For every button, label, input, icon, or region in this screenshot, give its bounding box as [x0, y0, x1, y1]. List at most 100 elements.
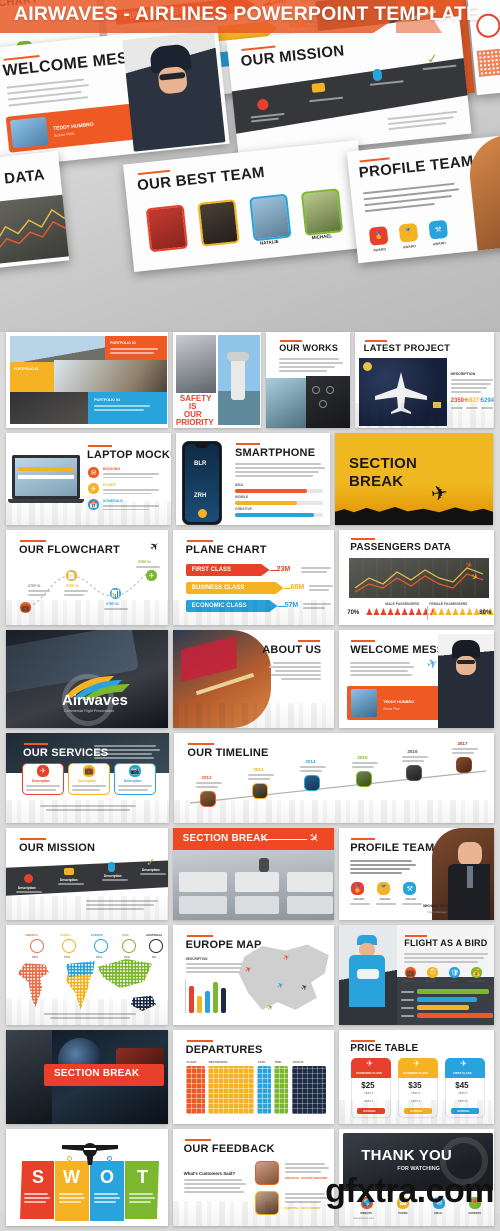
card-section-break-1[interactable]: SECTION BREAK ✈: [335, 433, 493, 525]
plane-silhouette-icon: ✈: [429, 481, 450, 507]
card-flight-as-a-bird[interactable]: FLIGHT AS A BIRD 💼 ⏱ 🛡 💰 COMFORT ON TIME…: [339, 925, 495, 1025]
card-cover-logo[interactable]: Airwaves Commercial Flight Presentation: [6, 630, 168, 728]
plane-chart-row-value: 68M: [290, 584, 305, 591]
award-label: AWARD: [353, 897, 365, 901]
hero-team-member: [249, 193, 292, 242]
grid-row: AMERICA 30% AFRICA 15% EUROPE 25% ASIA 2…: [0, 925, 500, 1030]
section-break-title-line2: BREAK: [349, 473, 404, 490]
hero-best-team-title: OUR BEST TEAM: [136, 163, 266, 195]
world-map-australia: [131, 995, 156, 1011]
laptop-feature-label: SCHEDULE: [103, 499, 123, 503]
card-our-works[interactable]: OUR WORKS: [266, 332, 350, 428]
departures-col-header: STATUS: [292, 1060, 304, 1064]
region-value: 25%: [96, 955, 103, 959]
flowchart-step-icon: ✈: [146, 570, 157, 581]
region-label: ASIA: [122, 933, 129, 937]
our-timeline-title: OUR TIMELINE: [187, 747, 269, 759]
card-profile-team[interactable]: PROFILE TEAM 🏅 🏅 ⚒ AWARD AWARD AWARD MIC…: [339, 828, 495, 920]
timeline-year: 2012: [201, 775, 212, 780]
swot-letter: S: [32, 1167, 45, 1187]
hero-award-label: AWARD: [402, 244, 417, 250]
service-card-label: Description: [78, 779, 96, 783]
hero-award-label: AWARD: [372, 247, 387, 253]
latest-project-desc-label: DESCRIPTION: [450, 372, 476, 376]
portfolio-tile-label: PORTFOLIO 01: [110, 341, 136, 345]
grid-row: LAPTOP MOCKUP ✉ BOOKING ✈ FLIGHT 📅 SCHED: [0, 433, 500, 530]
portfolio-tile-label: PORTFOLIO 02: [14, 367, 39, 371]
card-safety[interactable]: SAFETY IS OUR PRIORITY: [172, 332, 262, 428]
hero-team-member: [300, 188, 344, 236]
preview-page: FIRST CLASS 23M BUSINESS CLASS 68M ECONO…: [0, 0, 500, 1226]
plane-chart-row-value: 23M: [276, 566, 291, 573]
europe-bar: [204, 991, 210, 1013]
region-value: 15%: [64, 955, 71, 959]
smartphone-bar-label: CREATIVE: [235, 507, 252, 511]
price-tier: BUSINESS CLASS: [403, 1071, 428, 1075]
grid-row: Airwaves Commercial Flight Presentation …: [0, 630, 500, 733]
card-our-mission[interactable]: OUR MISSION ✓ Description Description De…: [6, 828, 168, 920]
price-feature: TEXT A: [411, 1092, 421, 1095]
profile-person-role: Flight Manager: [427, 910, 448, 914]
thank-you-title: THANK YOU: [361, 1147, 452, 1164]
card-world-map[interactable]: AMERICA 30% AFRICA 15% EUROPE 25% ASIA 2…: [6, 925, 168, 1025]
card-smartphone[interactable]: SMARTPHONE IDEA MOBILE CREATIVE BLR ZRH: [176, 433, 330, 525]
donut-australia: [149, 939, 163, 953]
region-label: AFRICA: [60, 933, 71, 937]
card-portfolio[interactable]: PORTFOLIO 01 PORTFOLIO 02 PORTFOLIO 03: [6, 332, 168, 428]
flight-icon-label: COMFORT: [402, 980, 416, 983]
region-label: AUSTRALIA: [146, 933, 163, 937]
grid-row: OUR MISSION ✓ Description Description De…: [0, 828, 500, 925]
card-price-table[interactable]: PRICE TABLE ✈ ECONOMIC CLASS $25 TEXT A …: [339, 1030, 495, 1124]
region-label: AMERICA: [25, 933, 39, 937]
laptop-feature-label: FLIGHT: [103, 483, 116, 487]
europe-desc-label: DESCRIPTION: [185, 957, 208, 961]
contact-value: www.airwaves.com: [353, 1217, 374, 1220]
latest-project-title: LATEST PROJECT: [363, 343, 451, 354]
hero-award-label: AWARD: [432, 240, 446, 247]
price-cta[interactable]: BOOKING: [363, 1110, 375, 1113]
card-our-services[interactable]: OUR SERVICES ✈ Description 💼 Description: [6, 733, 170, 823]
price-cta[interactable]: BOOKING: [457, 1110, 469, 1113]
departures-column: [207, 1066, 254, 1114]
timeline-year: 2017: [457, 741, 468, 746]
card-about-us[interactable]: ABOUT US: [172, 630, 335, 728]
hero-slide-our-mission: OUR MISSION ✓: [226, 16, 472, 158]
timeline-node: [252, 783, 269, 799]
card-passengers-data[interactable]: PASSENGERS DATA ✈ ✈ MALE PASSENGERS FEMA…: [339, 530, 495, 625]
card-latest-project[interactable]: LATEST PROJECT DESCRIPTION 2350+ 6827+ 5…: [354, 332, 494, 428]
price-cta[interactable]: BOOKING: [410, 1110, 422, 1113]
about-us-title: ABOUT US: [262, 644, 322, 656]
testimonial-name: CHRISTINA - CEO FOUNDER: [284, 1207, 321, 1210]
card-our-flowchart[interactable]: OUR FLOWCHART 💼 📄 📊 ✈ STEP 01 STEP 02 ST…: [6, 530, 168, 625]
card-our-feedback[interactable]: OUR FEEDBACK What's Customers Said? JONA…: [172, 1129, 335, 1226]
plane-icon: ✈: [366, 1059, 373, 1068]
female-passengers-label: FEMALE PASSENGERS: [429, 602, 468, 606]
card-swot[interactable]: S W O T: [6, 1129, 168, 1226]
card-section-break-3[interactable]: SECTION BREAK: [6, 1030, 168, 1124]
timeline-node: [456, 757, 473, 773]
passengers-data-title: PASSENGERS DATA: [350, 542, 452, 553]
card-welcome-message[interactable]: WELCOME MESSAGE TEDDY HUMBRO Senior Pilo…: [339, 630, 495, 728]
brand-name: Airwaves: [62, 692, 128, 709]
donut-asia: [122, 939, 136, 953]
smartphone-bar-label: MOBILE: [235, 495, 249, 499]
card-departures[interactable]: DEPARTURES FLIGHT DESTINATION GATE TIME …: [172, 1030, 335, 1124]
card-laptop-mockup[interactable]: LAPTOP MOCKUP ✉ BOOKING ✈ FLIGHT 📅 SCHED: [6, 433, 171, 525]
female-passengers-pct: 80%: [479, 610, 492, 616]
hero-slide-passengers-data-fragment: RS DATA: [0, 150, 70, 280]
flowchart-step-label: STEP 03: [106, 602, 119, 606]
region-value: 30%: [32, 955, 39, 959]
card-europe-map[interactable]: EUROPE MAP DESCRIPTION ✈ ✈ ✈ ✈ ✈: [172, 925, 335, 1025]
departures-col-header: DESTINATION: [208, 1060, 228, 1064]
price-feature: TEXT A: [364, 1092, 374, 1095]
timeline-year: 2016: [407, 749, 418, 754]
price-table-title: PRICE TABLE: [350, 1043, 419, 1054]
card-plane-chart[interactable]: PLANE CHART FIRST CLASS 23M BUSINESS CLA…: [172, 530, 335, 625]
price-feature: TEXT A: [458, 1100, 468, 1103]
card-section-break-2[interactable]: SECTION BREAK ✈: [172, 828, 335, 920]
card-our-timeline[interactable]: OUR TIMELINE 2012 2013 2014 2015 2016 20…: [174, 733, 494, 823]
flight-bar: [417, 989, 490, 994]
europe-map-title: EUROPE MAP: [185, 939, 262, 951]
welcome-person-name: TEDDY HUMBRO: [383, 700, 415, 704]
contact-label: PHONE: [398, 1212, 408, 1215]
